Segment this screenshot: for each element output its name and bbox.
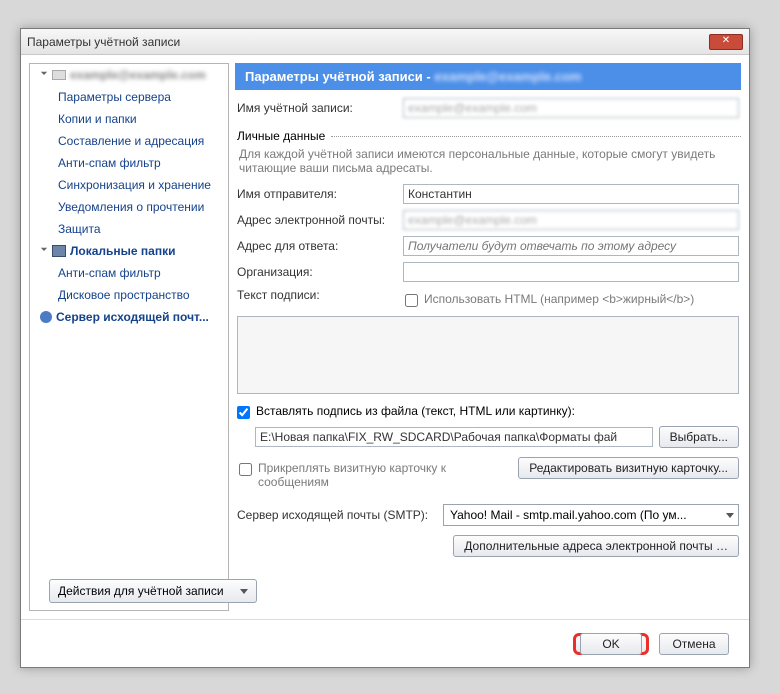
use-html-checkbox[interactable] (405, 294, 418, 307)
content-panel: Параметры учётной записи - example@examp… (235, 63, 741, 611)
local-folders-icon (52, 245, 66, 257)
attach-signature-file-label: Вставлять подпись из файла (текст, HTML … (256, 404, 575, 418)
tree-item-security[interactable]: Защита (30, 218, 228, 240)
tree-smtp[interactable]: Сервер исходящей почт... (30, 306, 228, 328)
additional-addresses-button[interactable]: Дополнительные адреса электронной почты … (453, 535, 739, 557)
attach-vcard-checkbox[interactable] (239, 463, 252, 476)
attach-vcard-label: Прикреплять визитную карточку к сообщени… (258, 461, 458, 489)
organization-input[interactable] (403, 262, 739, 282)
account-settings-dialog: Параметры учётной записи ✕ example@examp… (20, 28, 750, 668)
signature-file-path-input[interactable] (255, 427, 653, 447)
tree-item-receipts[interactable]: Уведомления о прочтении (30, 196, 228, 218)
tree-item-copies[interactable]: Копии и папки (30, 108, 228, 130)
ok-button[interactable]: OK (573, 633, 649, 655)
close-button[interactable]: ✕ (709, 34, 743, 50)
personal-section-title: Личные данные (237, 129, 325, 143)
sender-name-label: Имя отправителя: (237, 187, 397, 201)
tree-item-local-antispam[interactable]: Анти-спам фильтр (30, 262, 228, 284)
chevron-down-icon (41, 248, 47, 254)
smtp-server-select[interactable]: Yahoo! Mail - smtp.mail.yahoo.com (По ум… (443, 504, 739, 526)
account-actions-dropdown[interactable]: Действия для учётной записи (49, 579, 257, 603)
chevron-down-icon (41, 72, 47, 78)
tree-item-antispam[interactable]: Анти-спам фильтр (30, 152, 228, 174)
reply-to-input[interactable] (403, 236, 739, 256)
email-input[interactable] (403, 210, 739, 230)
sender-name-input[interactable] (403, 184, 739, 204)
signature-text-label: Текст подписи: (237, 288, 397, 302)
reply-to-label: Адрес для ответа: (237, 239, 397, 253)
mail-account-icon (52, 70, 66, 80)
chevron-down-icon (726, 513, 734, 518)
attach-signature-file-checkbox[interactable] (237, 406, 250, 419)
tree-item-server[interactable]: Параметры сервера (30, 86, 228, 108)
organization-label: Организация: (237, 265, 397, 279)
edit-vcard-button[interactable]: Редактировать визитную карточку... (518, 457, 739, 479)
tree-item-compose[interactable]: Составление и адресация (30, 130, 228, 152)
account-name-label: Имя учётной записи: (237, 101, 397, 115)
browse-button[interactable]: Выбрать... (659, 426, 739, 448)
account-name-input[interactable] (403, 98, 739, 118)
smtp-server-label: Сервер исходящей почты (SMTP): (237, 508, 437, 522)
page-header: Параметры учётной записи - example@examp… (235, 63, 741, 90)
chevron-down-icon (240, 589, 248, 594)
accounts-tree: example@example.com Параметры сервера Ко… (29, 63, 229, 611)
dialog-action-bar: OK Отмена (21, 619, 749, 667)
tree-item-disk[interactable]: Дисковое пространство (30, 284, 228, 306)
window-title: Параметры учётной записи (27, 35, 180, 49)
personal-section-description: Для каждой учётной записи имеются персон… (239, 147, 737, 175)
server-icon (40, 311, 52, 323)
email-label: Адрес электронной почты: (237, 213, 397, 227)
tree-item-sync[interactable]: Синхронизация и хранение (30, 174, 228, 196)
titlebar: Параметры учётной записи ✕ (21, 29, 749, 55)
tree-local-folders[interactable]: Локальные папки (30, 240, 228, 262)
cancel-button[interactable]: Отмена (659, 633, 729, 655)
signature-textarea[interactable] (237, 316, 739, 394)
tree-account-root[interactable]: example@example.com (30, 64, 228, 86)
use-html-label: Использовать HTML (например <b>жирный</b… (424, 292, 694, 306)
